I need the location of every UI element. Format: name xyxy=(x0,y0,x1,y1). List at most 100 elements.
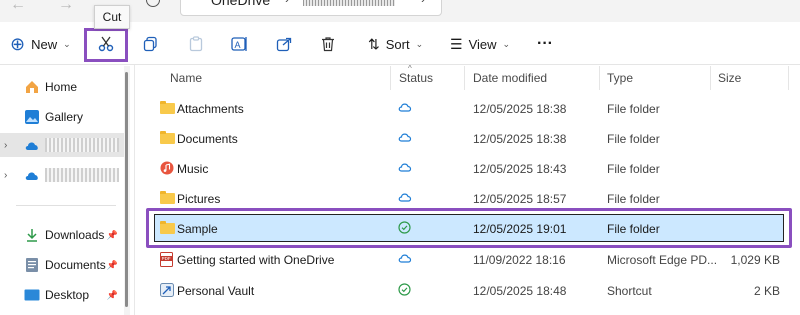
sidebar-item-home[interactable]: Home xyxy=(0,75,124,99)
pin-icon[interactable]: 📌 xyxy=(107,290,118,301)
cloud-status-icon xyxy=(398,161,412,175)
address-bar[interactable]: OneDrive › › xyxy=(180,0,442,16)
sidebar-item-downloads[interactable]: Downloads 📌 xyxy=(0,223,124,247)
file-type: Microsoft Edge PD... xyxy=(607,253,718,267)
file-row[interactable]: Attachments 12/05/2025 18:38 File folder xyxy=(150,95,800,123)
file-row[interactable]: Music 12/05/2025 18:43 File folder xyxy=(150,155,800,183)
file-size: 2 KB xyxy=(753,284,780,298)
chevron-down-icon: ⌄ xyxy=(415,38,424,49)
sort-label: Sort xyxy=(385,36,410,52)
scrollbar-thumb[interactable] xyxy=(125,72,128,307)
file-row[interactable]: Documents 12/05/2025 18:38 File folder xyxy=(150,125,800,153)
column-separator[interactable] xyxy=(464,66,465,90)
column-separator[interactable] xyxy=(390,66,391,90)
sidebar-item-desktop[interactable]: Desktop 📌 xyxy=(0,283,124,307)
vault-shortcut-icon xyxy=(160,283,174,297)
share-button[interactable] xyxy=(274,34,294,54)
sidebar-item-label: Downloads xyxy=(45,228,105,242)
chevron-down-icon: ⌄ xyxy=(63,38,71,49)
column-separator[interactable] xyxy=(710,66,711,90)
column-size[interactable]: Size xyxy=(718,71,741,85)
file-type: File folder xyxy=(607,222,660,236)
pdf-icon: PDF xyxy=(160,252,174,267)
sidebar-item-label: Gallery xyxy=(45,110,84,124)
column-separator[interactable] xyxy=(788,66,789,90)
refresh-icon[interactable] xyxy=(146,0,160,7)
more-options-button[interactable]: ··· xyxy=(537,32,553,56)
view-list-icon: ☰ xyxy=(450,35,463,52)
rename-button[interactable]: A xyxy=(230,34,250,54)
expand-chevron-icon[interactable]: › xyxy=(4,140,7,151)
cloud-status-icon xyxy=(398,101,412,115)
column-status[interactable]: Status xyxy=(399,71,433,85)
column-name[interactable]: Name xyxy=(170,71,202,85)
file-date: 11/09/2022 18:16 xyxy=(473,253,566,267)
folder-icon xyxy=(160,221,175,235)
file-name: Pictures xyxy=(177,192,221,206)
file-name: Attachments xyxy=(177,102,244,116)
file-type: File folder xyxy=(607,102,660,116)
sidebar-item-onedrive-selected[interactable]: › xyxy=(0,133,124,157)
cut-highlight-box xyxy=(84,28,128,62)
delete-button[interactable] xyxy=(318,34,338,54)
trash-icon xyxy=(322,37,334,52)
folder-icon xyxy=(160,131,175,145)
file-row[interactable]: PDF Getting started with OneDrive 11/09/… xyxy=(150,246,800,274)
column-separator[interactable] xyxy=(599,66,600,90)
plus-icon: ⊕ xyxy=(10,34,26,54)
folder-icon xyxy=(160,191,175,205)
expand-chevron-icon[interactable]: › xyxy=(4,170,7,181)
sidebar-item-onedrive[interactable]: › xyxy=(0,163,124,187)
sidebar-divider xyxy=(16,205,116,206)
file-type: File folder xyxy=(607,162,660,176)
cloud-icon xyxy=(24,167,40,183)
new-label: New xyxy=(31,36,58,52)
redacted-path xyxy=(303,0,395,6)
file-type: File folder xyxy=(607,192,660,206)
file-name: Getting started with OneDrive xyxy=(177,253,335,267)
file-name: Sample xyxy=(177,222,218,236)
navigation-pane: Home Gallery › › Downloads 📌 Documents 📌 xyxy=(0,65,124,315)
file-row-selected[interactable]: Sample 12/05/2025 19:01 File folder xyxy=(150,215,800,243)
file-date: 12/05/2025 18:57 xyxy=(473,192,567,206)
file-name: Personal Vault xyxy=(177,284,255,298)
pin-icon[interactable]: 📌 xyxy=(107,260,118,271)
sidebar-item-documents[interactable]: Documents 📌 xyxy=(0,253,124,277)
share-icon xyxy=(276,37,292,52)
column-date-modified[interactable]: Date modified xyxy=(473,71,547,85)
desktop-icon xyxy=(24,287,40,303)
download-icon xyxy=(24,227,40,243)
home-icon xyxy=(24,79,40,95)
cloud-status-icon xyxy=(398,252,412,266)
svg-text:A: A xyxy=(235,40,241,50)
address-location: OneDrive xyxy=(211,0,271,8)
file-date: 12/05/2025 18:38 xyxy=(473,132,567,146)
chevron-down-icon: ⌄ xyxy=(502,38,511,49)
breadcrumb-chevron-icon: › xyxy=(285,0,289,6)
gallery-icon xyxy=(24,109,40,125)
back-arrow-icon[interactable]: ← xyxy=(10,0,26,14)
view-button[interactable]: ☰ View ⌄ xyxy=(450,32,510,56)
synced-status-icon xyxy=(398,283,411,299)
rename-icon: A xyxy=(231,37,247,51)
copy-icon xyxy=(143,36,157,52)
sort-button[interactable]: ⇅ Sort ⌄ xyxy=(368,32,423,56)
new-button[interactable]: ⊕ New ⌄ xyxy=(10,32,71,56)
sidebar-item-label: Documents xyxy=(45,258,106,272)
column-type[interactable]: Type xyxy=(607,71,633,85)
copy-button[interactable] xyxy=(141,34,161,54)
sidebar-item-gallery[interactable]: Gallery xyxy=(0,105,124,129)
file-type: File folder xyxy=(607,132,660,146)
file-type: Shortcut xyxy=(607,284,652,298)
file-row[interactable]: Pictures 12/05/2025 18:57 File folder xyxy=(150,185,800,213)
cloud-icon xyxy=(24,137,40,153)
folder-icon xyxy=(160,101,175,115)
sidebar-scrollbar[interactable] xyxy=(124,66,130,315)
paste-button[interactable] xyxy=(186,34,206,54)
forward-arrow-icon[interactable]: → xyxy=(58,0,74,14)
file-row[interactable]: Personal Vault 12/05/2025 18:48 Shortcut… xyxy=(150,277,800,305)
sidebar-item-label: Home xyxy=(45,80,78,94)
pin-icon[interactable]: 📌 xyxy=(107,230,118,241)
cut-tooltip: Cut xyxy=(94,5,130,29)
file-date: 12/05/2025 18:48 xyxy=(473,284,567,298)
